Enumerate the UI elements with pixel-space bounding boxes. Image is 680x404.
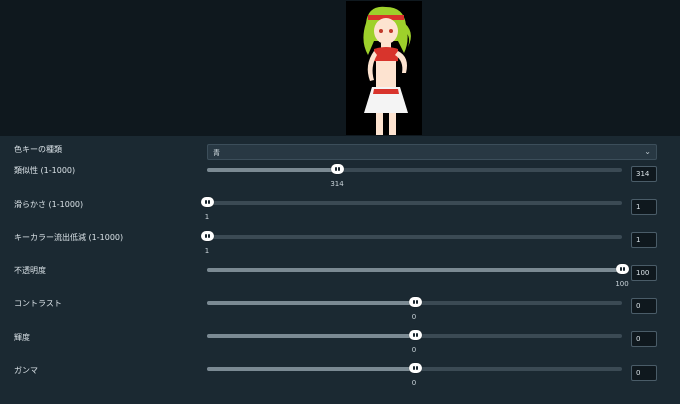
brightness-thumb[interactable] (408, 330, 422, 340)
smoothness-label: 滑らかさ (1-1000) (14, 200, 84, 209)
filter-preview-image (346, 1, 422, 135)
brightness-slider[interactable] (207, 330, 622, 340)
opacity-fill (207, 268, 622, 272)
contrast-input[interactable]: 0 (631, 298, 657, 314)
smoothness-thumb[interactable] (201, 197, 214, 207)
contrast-slider[interactable] (207, 297, 622, 307)
character-illustration (363, 6, 411, 135)
smoothness-slider[interactable] (201, 197, 622, 207)
chevron-down-icon: ⌄ (644, 147, 651, 156)
opacity-value-label: 100 (615, 280, 629, 288)
contrast-fill (207, 301, 415, 305)
similarity-fill (207, 168, 337, 172)
key-type-select[interactable]: 青 ⌄ (207, 144, 657, 160)
brightness-value-label: 0 (411, 346, 417, 354)
gamma-fill (207, 367, 415, 371)
opacity-slider[interactable] (207, 264, 629, 274)
contrast-thumb[interactable] (408, 297, 422, 307)
gamma-label: ガンマ (14, 366, 38, 375)
gamma-value-label: 0 (411, 379, 417, 387)
spill-reduction-thumb[interactable] (201, 231, 214, 241)
spill-reduction-input[interactable]: 1 (631, 232, 657, 248)
similarity-thumb[interactable] (330, 164, 344, 174)
spill-reduction-value-label: 1 (204, 247, 210, 255)
gamma-thumb[interactable] (408, 363, 422, 373)
key-type-label: 色キーの種類 (14, 145, 62, 154)
opacity-input[interactable]: 100 (631, 265, 657, 281)
gamma-input[interactable]: 0 (631, 365, 657, 381)
brightness-fill (207, 334, 415, 338)
similarity-input[interactable]: 314 (631, 166, 657, 182)
similarity-value-label: 314 (330, 180, 344, 188)
preview-area (0, 0, 680, 136)
smoothness-input[interactable]: 1 (631, 199, 657, 215)
brightness-input[interactable]: 0 (631, 331, 657, 347)
gamma-slider[interactable] (207, 363, 622, 373)
opacity-label: 不透明度 (14, 266, 46, 275)
spill-reduction-slider[interactable] (201, 231, 622, 241)
brightness-label: 輝度 (14, 333, 30, 342)
contrast-value-label: 0 (411, 313, 417, 321)
spill-reduction-label: キーカラー流出低減 (1-1000) (14, 233, 124, 242)
similarity-slider[interactable] (207, 164, 622, 174)
key-type-selected-value: 青 (213, 149, 220, 157)
contrast-label: コントラスト (14, 299, 62, 308)
opacity-thumb[interactable] (616, 264, 629, 274)
similarity-label: 類似性 (1-1000) (14, 166, 76, 175)
smoothness-value-label: 1 (204, 213, 210, 221)
